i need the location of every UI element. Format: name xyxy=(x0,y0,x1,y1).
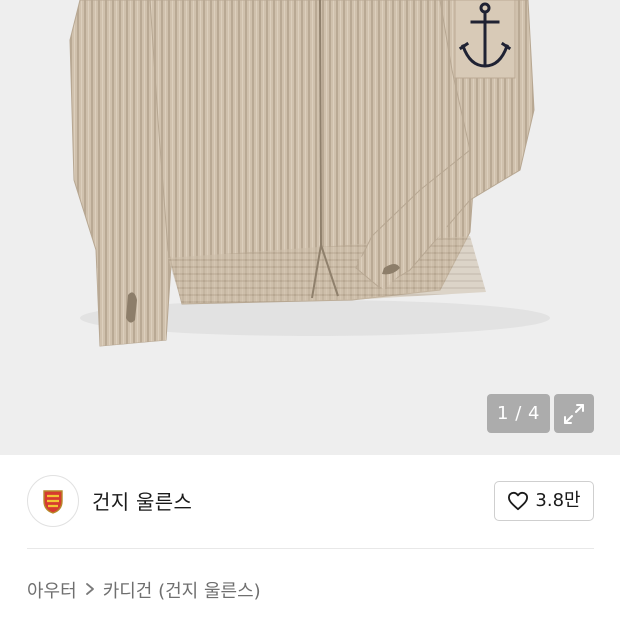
product-image-gallery[interactable]: 1 / 4 xyxy=(0,0,620,455)
brand-logo[interactable] xyxy=(27,475,79,527)
like-count: 3.8만 xyxy=(535,490,581,511)
brand-name[interactable]: 건지 울른스 xyxy=(92,489,192,515)
product-detail-page: 1 / 4 건지 울른스 3.8만 아우터 카디건 (건지 울른스) xyxy=(0,0,620,620)
divider xyxy=(27,548,594,549)
breadcrumb-subcategory[interactable]: 카디건 (건지 울른스) xyxy=(103,577,261,603)
brand-crest-icon xyxy=(43,490,63,514)
like-button[interactable]: 3.8만 xyxy=(494,481,594,521)
image-page-counter: 1 / 4 xyxy=(487,394,550,433)
seller-row: 건지 울른스 3.8만 xyxy=(27,475,594,529)
chevron-right-icon xyxy=(85,581,95,600)
heart-outline-icon xyxy=(508,491,529,511)
expand-image-button[interactable] xyxy=(554,394,594,433)
expand-arrows-icon xyxy=(564,403,584,424)
breadcrumb-category[interactable]: 아우터 xyxy=(27,577,77,603)
breadcrumb: 아우터 카디건 (건지 울른스) xyxy=(27,577,261,603)
product-photo[interactable] xyxy=(0,0,620,455)
